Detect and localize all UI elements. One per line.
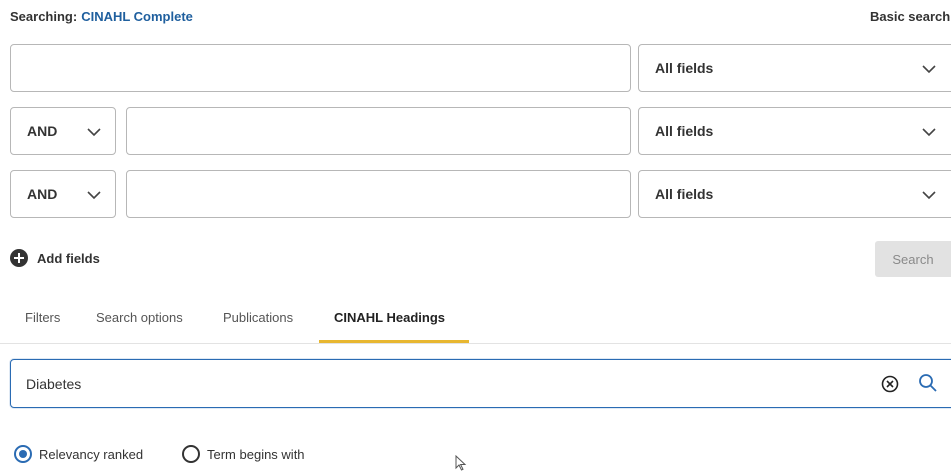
add-fields-label: Add fields (37, 250, 100, 266)
chevron-down-icon (922, 190, 936, 200)
plus-circle-icon (10, 249, 28, 267)
radio-unchecked-icon (182, 445, 200, 463)
field-select-1[interactable]: All fields (638, 44, 951, 92)
field-select-2[interactable]: All fields (638, 107, 951, 155)
search-term-input-3[interactable] (126, 170, 631, 218)
mouse-cursor-icon (455, 454, 467, 471)
tab-publications[interactable]: Publications (223, 310, 293, 325)
field-select-label: All fields (655, 123, 714, 139)
chevron-down-icon (87, 190, 101, 200)
boolean-operator-select-3[interactable]: AND (10, 170, 116, 218)
boolean-operator-label: AND (27, 186, 58, 202)
active-tab-indicator (319, 340, 469, 343)
basic-search-link[interactable]: Basic search (870, 9, 950, 24)
search-button[interactable]: Search (875, 241, 951, 277)
headings-search-value: Diabetes (26, 376, 82, 392)
search-icon[interactable] (918, 373, 938, 393)
field-select-3[interactable]: All fields (638, 170, 951, 218)
search-term-input-2[interactable] (126, 107, 631, 155)
search-term-input-1[interactable] (10, 44, 631, 92)
field-select-label: All fields (655, 60, 714, 76)
add-fields-button[interactable]: Add fields (10, 249, 100, 267)
chevron-down-icon (922, 127, 936, 137)
boolean-operator-label: AND (27, 123, 58, 139)
radio-relevancy-ranked[interactable]: Relevancy ranked (14, 445, 143, 463)
field-select-label: All fields (655, 186, 714, 202)
database-link[interactable]: CINAHL Complete (81, 9, 193, 24)
searching-indicator: Searching: CINAHL Complete (10, 9, 193, 24)
chevron-down-icon (922, 64, 936, 74)
boolean-operator-select-2[interactable]: AND (10, 107, 116, 155)
radio-term-begins-with[interactable]: Term begins with (182, 445, 305, 463)
tab-cinahl-headings[interactable]: CINAHL Headings (334, 310, 445, 325)
radio-checked-icon (14, 445, 32, 463)
radio-label: Relevancy ranked (39, 446, 144, 462)
tab-filters[interactable]: Filters (25, 310, 60, 325)
clear-icon[interactable] (881, 375, 899, 393)
tab-search-options[interactable]: Search options (96, 310, 183, 325)
searching-label: Searching: (10, 9, 78, 24)
search-tabs: Filters Search options Publications CINA… (0, 300, 951, 344)
headings-search-input[interactable]: Diabetes (10, 359, 951, 408)
chevron-down-icon (87, 127, 101, 137)
radio-label: Term begins with (207, 446, 305, 462)
